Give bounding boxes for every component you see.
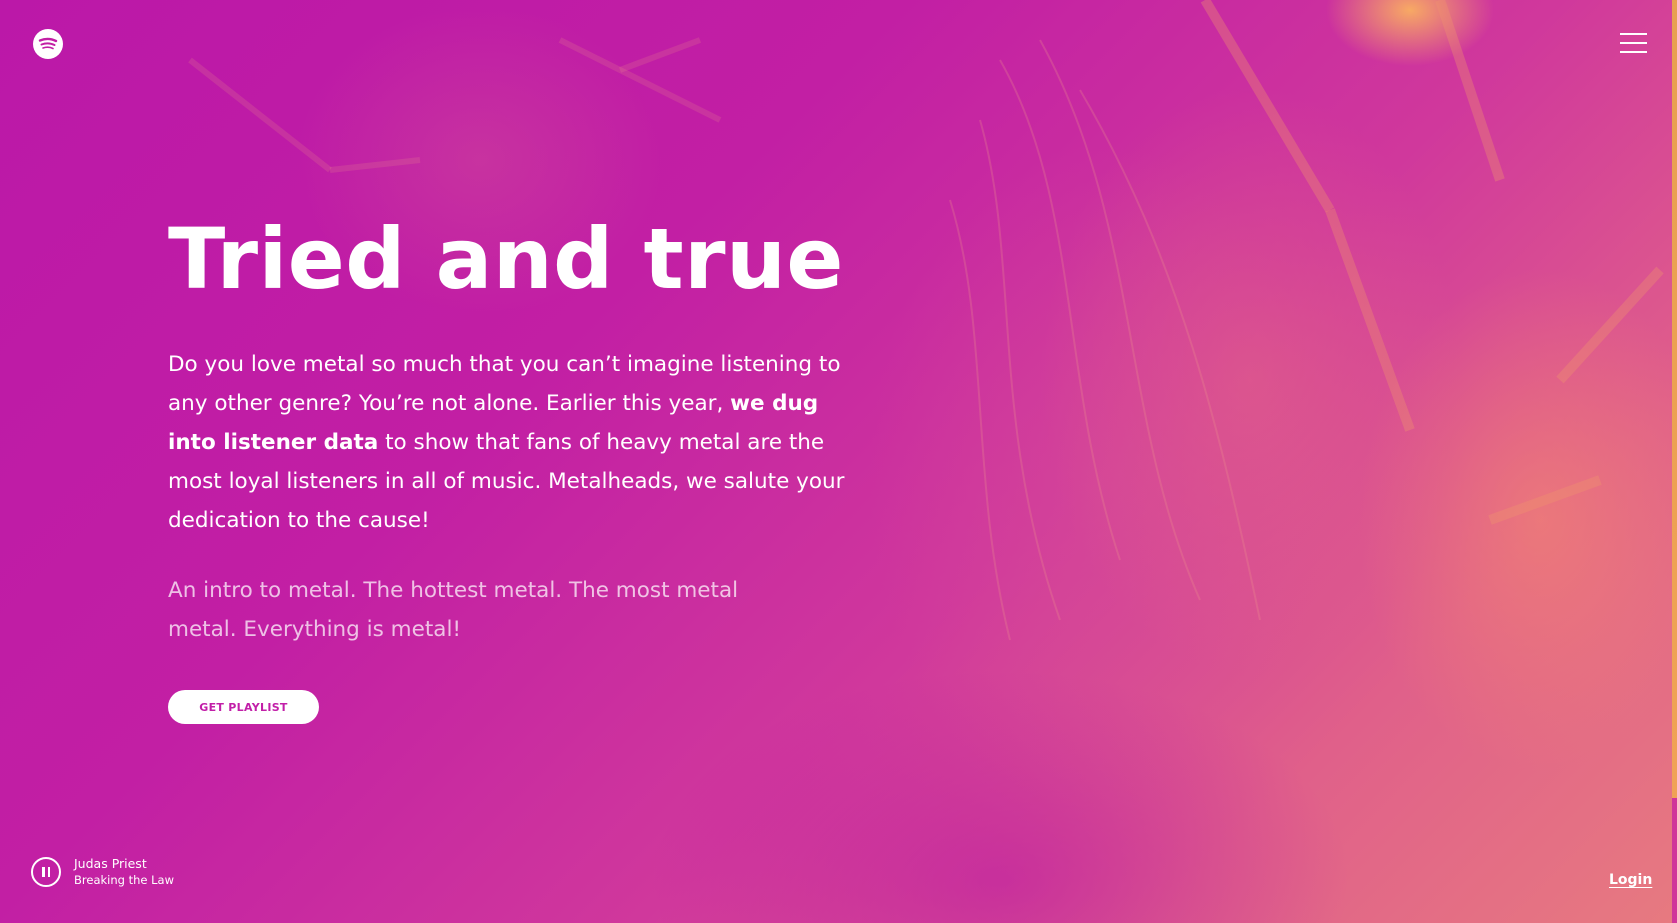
page-title: Tried and true — [168, 210, 844, 308]
page: Tried and true Do you love metal so much… — [0, 0, 1677, 923]
artist-name: Judas Priest — [74, 856, 147, 871]
menu-line — [1620, 51, 1647, 53]
menu-line — [1620, 42, 1647, 44]
intro-paragraph: Do you love metal so much that you can’t… — [168, 345, 848, 540]
song-title: Breaking the Law — [74, 873, 174, 887]
menu-line — [1620, 33, 1647, 35]
pause-icon[interactable] — [31, 857, 61, 887]
spotify-logo-icon[interactable] — [33, 29, 63, 59]
secondary-paragraph: An intro to metal. The hottest metal. Th… — [168, 578, 739, 643]
scroll-track — [1672, 798, 1677, 923]
pause-bar — [42, 867, 45, 877]
hamburger-menu-icon[interactable] — [1620, 33, 1647, 53]
mini-player: Judas Priest Breaking the Law — [31, 856, 174, 888]
pause-bar — [47, 867, 50, 877]
login-link[interactable]: Login — [1609, 872, 1652, 888]
spotify-waves-icon — [38, 37, 58, 50]
get-playlist-button[interactable]: GET PLAYLIST — [168, 690, 319, 725]
scroll-progress-bar — [1672, 0, 1677, 798]
hero-content: Tried and true Do you love metal so much… — [168, 210, 858, 725]
now-playing-info: Judas Priest Breaking the Law — [74, 856, 174, 888]
